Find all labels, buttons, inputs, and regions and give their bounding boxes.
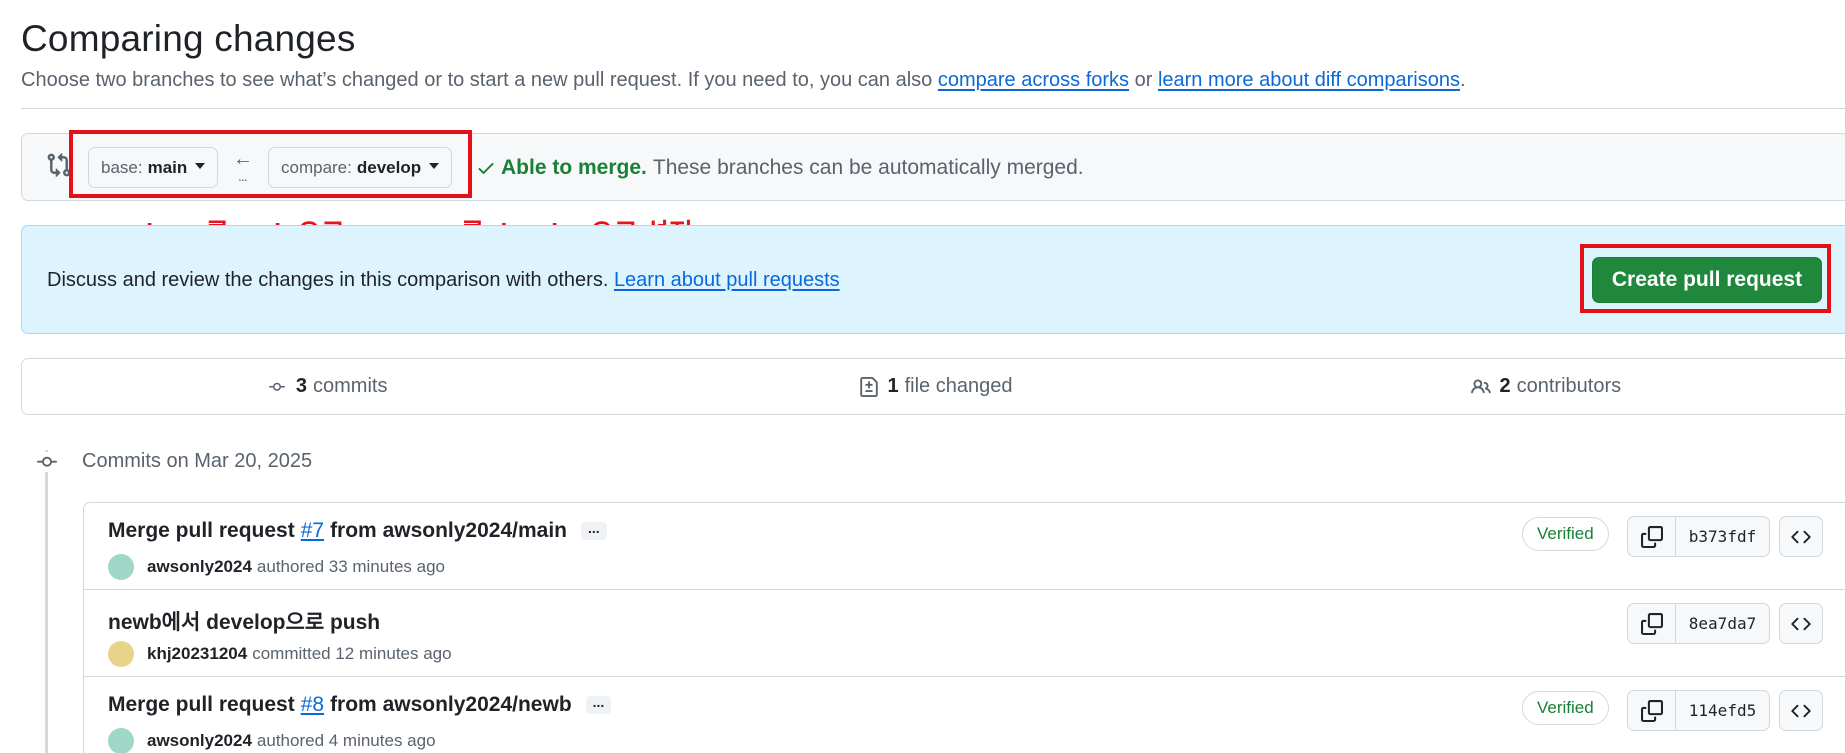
learn-pull-requests-link[interactable]: Learn about pull requests <box>614 269 840 291</box>
annotation-highlight-branches <box>69 130 472 198</box>
verified-badge[interactable]: Verified <box>1522 517 1609 551</box>
commit-title-source[interactable]: from awsonly2024/newb <box>330 693 572 717</box>
copy-sha-button[interactable] <box>1628 691 1676 730</box>
code-icon <box>1791 704 1811 717</box>
git-commit-icon <box>268 382 285 391</box>
copy-sha-button[interactable] <box>1628 604 1676 643</box>
commit-sha-group: 114efd5 <box>1627 690 1770 731</box>
commit-meta: khj20231204 committed 12 minutes ago <box>108 641 452 667</box>
annotation-highlight-button <box>1580 244 1831 313</box>
git-commit-icon <box>35 452 59 472</box>
create-pr-banner: Discuss and review the changes in this c… <box>21 225 1845 334</box>
commit-action: committed 12 minutes ago <box>252 644 452 663</box>
browse-repository-button[interactable] <box>1779 516 1823 557</box>
copy-icon <box>1640 699 1663 722</box>
browse-repository-button[interactable] <box>1779 690 1823 731</box>
commit-sha-link[interactable]: 8ea7da7 <box>1676 604 1769 643</box>
expand-message-button[interactable]: ... <box>585 695 612 714</box>
subtitle-text-prefix: Choose two branches to see what’s change… <box>21 69 938 91</box>
commit-sha-link[interactable]: 114efd5 <box>1676 691 1769 730</box>
code-icon <box>1791 617 1811 630</box>
merge-ok-label: Able to merge. <box>501 156 647 179</box>
avatar[interactable] <box>108 728 134 753</box>
commit-title: newb에서 develop으로 push <box>108 606 380 636</box>
code-icon <box>1791 530 1811 543</box>
comparison-stats: 3 commits 1 file changed 2 contributors <box>21 358 1845 415</box>
banner-text: Discuss and review the changes in this c… <box>47 269 840 292</box>
people-icon <box>1470 378 1491 393</box>
file-diff-icon <box>860 376 879 397</box>
learn-diff-comparisons-link[interactable]: learn more about diff comparisons <box>1158 69 1460 91</box>
check-icon <box>478 163 494 174</box>
commit-row: newb에서 develop으로 push khj20231204 committe… <box>84 590 1845 677</box>
expand-message-button[interactable]: ... <box>581 521 607 540</box>
commit-action: authored 4 minutes ago <box>256 731 436 750</box>
commit-sha-link[interactable]: b373fdf <box>1676 517 1769 556</box>
banner-message: Discuss and review the changes in this c… <box>47 269 614 291</box>
avatar[interactable] <box>108 641 134 667</box>
copy-sha-button[interactable] <box>1628 517 1676 556</box>
merge-status-text: These branches can be automatically merg… <box>652 156 1084 179</box>
pull-request-link[interactable]: #8 <box>301 693 324 717</box>
commit-list: Merge pull request #7 from awsonly2024/mai… <box>83 502 1845 753</box>
commit-author[interactable]: khj20231204 <box>147 644 247 664</box>
subtitle-text-mid: or <box>1129 69 1158 91</box>
copy-icon <box>1640 612 1663 635</box>
commit-meta: awsonly2024 authored 4 minutes ago <box>108 728 436 753</box>
commits-label: commits <box>313 375 388 397</box>
contributors-count: 2 <box>1499 375 1511 397</box>
subtitle-text-suffix: . <box>1459 69 1466 91</box>
avatar[interactable] <box>108 554 134 580</box>
commit-author[interactable]: awsonly2024 <box>147 731 252 751</box>
contributors-tab[interactable]: 2 contributors <box>1241 359 1845 414</box>
files-count: 1 <box>887 375 899 397</box>
commit-title: Merge pull request #8 from awsonly2024/new… <box>108 693 612 717</box>
copy-icon <box>1640 525 1663 548</box>
commit-title-text[interactable]: Merge pull request <box>108 693 295 717</box>
commits-date-heading: Commits on Mar 20, 2025 <box>82 450 313 472</box>
commit-title-text[interactable]: Merge pull request <box>108 519 295 543</box>
timeline-line <box>45 450 48 753</box>
commit-meta: awsonly2024 authored 33 minutes ago <box>108 554 445 580</box>
browse-repository-button[interactable] <box>1779 603 1823 644</box>
contributors-label: contributors <box>1516 375 1622 397</box>
files-label: file changed <box>904 375 1013 397</box>
merge-status: Able to merge. These branches can be aut… <box>476 156 1084 180</box>
commit-sha-group: b373fdf <box>1627 516 1770 557</box>
commits-count: 3 <box>295 375 307 397</box>
commit-title: Merge pull request #7 from awsonly2024/mai… <box>108 519 607 543</box>
commit-title-source[interactable]: from awsonly2024/main <box>330 519 567 543</box>
commit-author[interactable]: awsonly2024 <box>147 557 252 577</box>
commit-action: authored 33 minutes ago <box>256 557 445 576</box>
page-subtitle: Choose two branches to see what’s change… <box>21 69 1466 92</box>
title-divider <box>21 108 1845 109</box>
commit-row: Merge pull request #7 from awsonly2024/mai… <box>84 503 1845 590</box>
commit-title-text[interactable]: newb에서 develop으로 push <box>108 606 380 636</box>
commits-tab[interactable]: 3 commits <box>22 359 631 414</box>
compare-across-forks-link[interactable]: compare across forks <box>938 69 1129 91</box>
verified-badge[interactable]: Verified <box>1522 691 1609 725</box>
page-title: Comparing changes <box>21 18 356 59</box>
commit-row: Merge pull request #8 from awsonly2024/new… <box>84 677 1845 753</box>
commit-sha-group: 8ea7da7 <box>1627 603 1770 644</box>
files-changed-tab[interactable]: 1 file changed <box>631 359 1240 414</box>
pull-request-link[interactable]: #7 <box>301 519 324 543</box>
